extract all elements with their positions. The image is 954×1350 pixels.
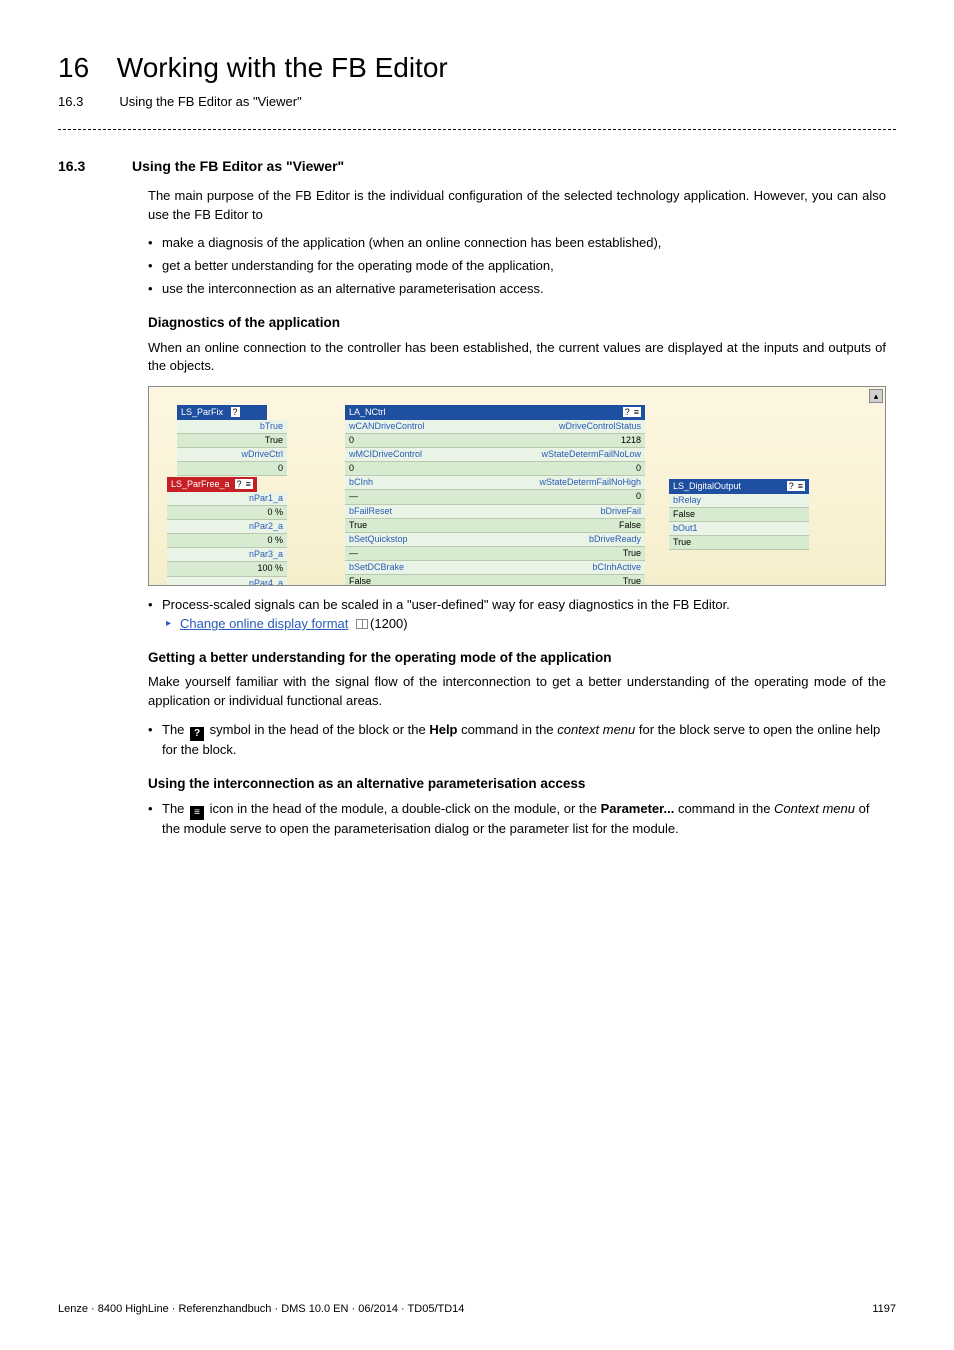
diag-after-bullet: Process-scaled signals can be scaled in …	[148, 596, 886, 634]
page-ref: 1200	[374, 616, 403, 631]
ls-parfix-header: LS_ParFix ?	[177, 405, 267, 420]
fb-row: bOut1	[669, 522, 809, 536]
parameter-bold: Parameter...	[601, 801, 675, 816]
intro-paragraph: The main purpose of the FB Editor is the…	[148, 187, 886, 225]
ls-parfree-header: LS_ParFree_a ?≡	[167, 477, 257, 492]
ls-digitaloutput-block: LS_DigitalOutput ?≡ bRelay False bOut1 T…	[669, 479, 809, 550]
fb-row: True	[177, 434, 287, 448]
diag-after-bullets: Process-scaled signals can be scaled in …	[148, 596, 886, 634]
intro-bullet: get a better understanding for the opera…	[148, 257, 886, 276]
section-heading-row: 16.3 Using the FB Editor as "Viewer"	[58, 156, 896, 176]
fb-editor-screenshot: ▴ LS_ParFix ? bTrue True wDriveCtrl 0 LS…	[148, 386, 886, 586]
change-display-format-link[interactable]: Change online display format	[180, 616, 348, 631]
fb-row: bFailReset	[345, 505, 495, 519]
subchapter-title: Using the FB Editor as "Viewer"	[119, 93, 301, 112]
using-heading: Using the interconnection as an alternat…	[148, 774, 886, 794]
scroll-up-icon: ▴	[869, 389, 883, 403]
footer-page-number: 1197	[872, 1302, 896, 1318]
context-menu-italic: context menu	[557, 722, 635, 737]
fb-row: nPar1_a	[167, 492, 287, 506]
fb-row: nPar2_a	[167, 520, 287, 534]
fb-row: 0	[345, 434, 495, 448]
ls-digitaloutput-header: LS_DigitalOutput ?≡	[669, 479, 809, 494]
using-bullet: The ≡ icon in the head of the module, a …	[148, 800, 886, 839]
fb-row: nPar3_a	[167, 548, 287, 562]
using-bullets: The ≡ icon in the head of the module, a …	[148, 800, 886, 839]
fb-row: 0 %	[167, 534, 287, 548]
intro-bullet: use the interconnection as an alternativ…	[148, 280, 886, 299]
fb-row: False	[495, 519, 645, 533]
fb-row: bCInh	[345, 476, 495, 490]
la-nctrl-header: LA_NCtrl ?≡	[345, 405, 645, 420]
fb-row: wMCIDriveControl	[345, 448, 495, 462]
page-footer: Lenze · 8400 HighLine · Referenzhandbuch…	[58, 1302, 896, 1318]
fb-row: —	[345, 490, 495, 504]
section-body: The main purpose of the FB Editor is the…	[148, 187, 886, 839]
la-nctrl-block: LA_NCtrl ?≡ wCANDriveControl 0 wMCIDrive…	[345, 405, 645, 586]
fb-row: wDriveCtrl	[177, 448, 287, 462]
fb-row: —	[345, 547, 495, 561]
fb-row: bTrue	[177, 420, 287, 434]
help-icon: ?	[190, 727, 204, 741]
fb-row: bSetDCBrake	[345, 561, 495, 575]
getting-bullets: The ? symbol in the head of the block or…	[148, 721, 886, 760]
help-bold: Help	[429, 722, 457, 737]
diagnostics-heading: Diagnostics of the application	[148, 313, 886, 333]
fb-row: True	[345, 519, 495, 533]
fb-row: 0	[177, 462, 287, 476]
fb-row: 1218	[495, 434, 645, 448]
ls-parfix-block: LS_ParFix ? bTrue True wDriveCtrl 0	[177, 405, 287, 476]
fb-row: bDriveReady	[495, 533, 645, 547]
getting-paragraph: Make yourself familiar with the signal f…	[148, 673, 886, 711]
chapter-title: Working with the FB Editor	[117, 52, 448, 83]
chapter-header: 16 Working with the FB Editor	[58, 48, 896, 89]
chapter-number: 16	[58, 48, 89, 89]
dashed-separator	[58, 129, 896, 130]
subchapter-row: 16.3 Using the FB Editor as "Viewer"	[58, 93, 896, 112]
fb-row: 0	[495, 490, 645, 504]
fb-row: 0	[495, 462, 645, 476]
intro-bullet: make a diagnosis of the application (whe…	[148, 234, 886, 253]
fb-row: bRelay	[669, 494, 809, 508]
getting-heading: Getting a better understanding for the o…	[148, 648, 886, 668]
fb-row: wStateDetermFailNoHigh	[495, 476, 645, 490]
ls-parfree-block: LS_ParFree_a ?≡ nPar1_a 0 % nPar2_a 0 % …	[167, 477, 287, 586]
fb-row: wDriveControlStatus	[495, 420, 645, 434]
fb-row: wCANDriveControl	[345, 420, 495, 434]
footer-left: Lenze · 8400 HighLine · Referenzhandbuch…	[58, 1302, 464, 1318]
context-menu-italic: Context menu	[774, 801, 855, 816]
fb-row: bSetQuickstop	[345, 533, 495, 547]
fb-row: True	[495, 547, 645, 561]
fb-row: bDriveFail	[495, 505, 645, 519]
parameter-icon: ≡	[190, 806, 204, 820]
section-number: 16.3	[58, 156, 100, 176]
getting-bullet: The ? symbol in the head of the block or…	[148, 721, 886, 760]
section-title: Using the FB Editor as "Viewer"	[132, 156, 344, 176]
fb-row: 0	[345, 462, 495, 476]
fb-row: True	[495, 575, 645, 586]
fb-row: False	[669, 508, 809, 522]
fb-row: bCInhActive	[495, 561, 645, 575]
intro-bullets: make a diagnosis of the application (whe…	[148, 234, 886, 299]
book-icon	[356, 619, 368, 629]
diagnostics-paragraph: When an online connection to the control…	[148, 339, 886, 377]
fb-row: True	[669, 536, 809, 550]
fb-row: 100 %	[167, 562, 287, 576]
fb-row: 0 %	[167, 506, 287, 520]
subchapter-number: 16.3	[58, 93, 83, 112]
fb-row: False	[345, 575, 495, 586]
fb-row: nPar4_a	[167, 577, 287, 587]
fb-row: wStateDetermFailNoLow	[495, 448, 645, 462]
